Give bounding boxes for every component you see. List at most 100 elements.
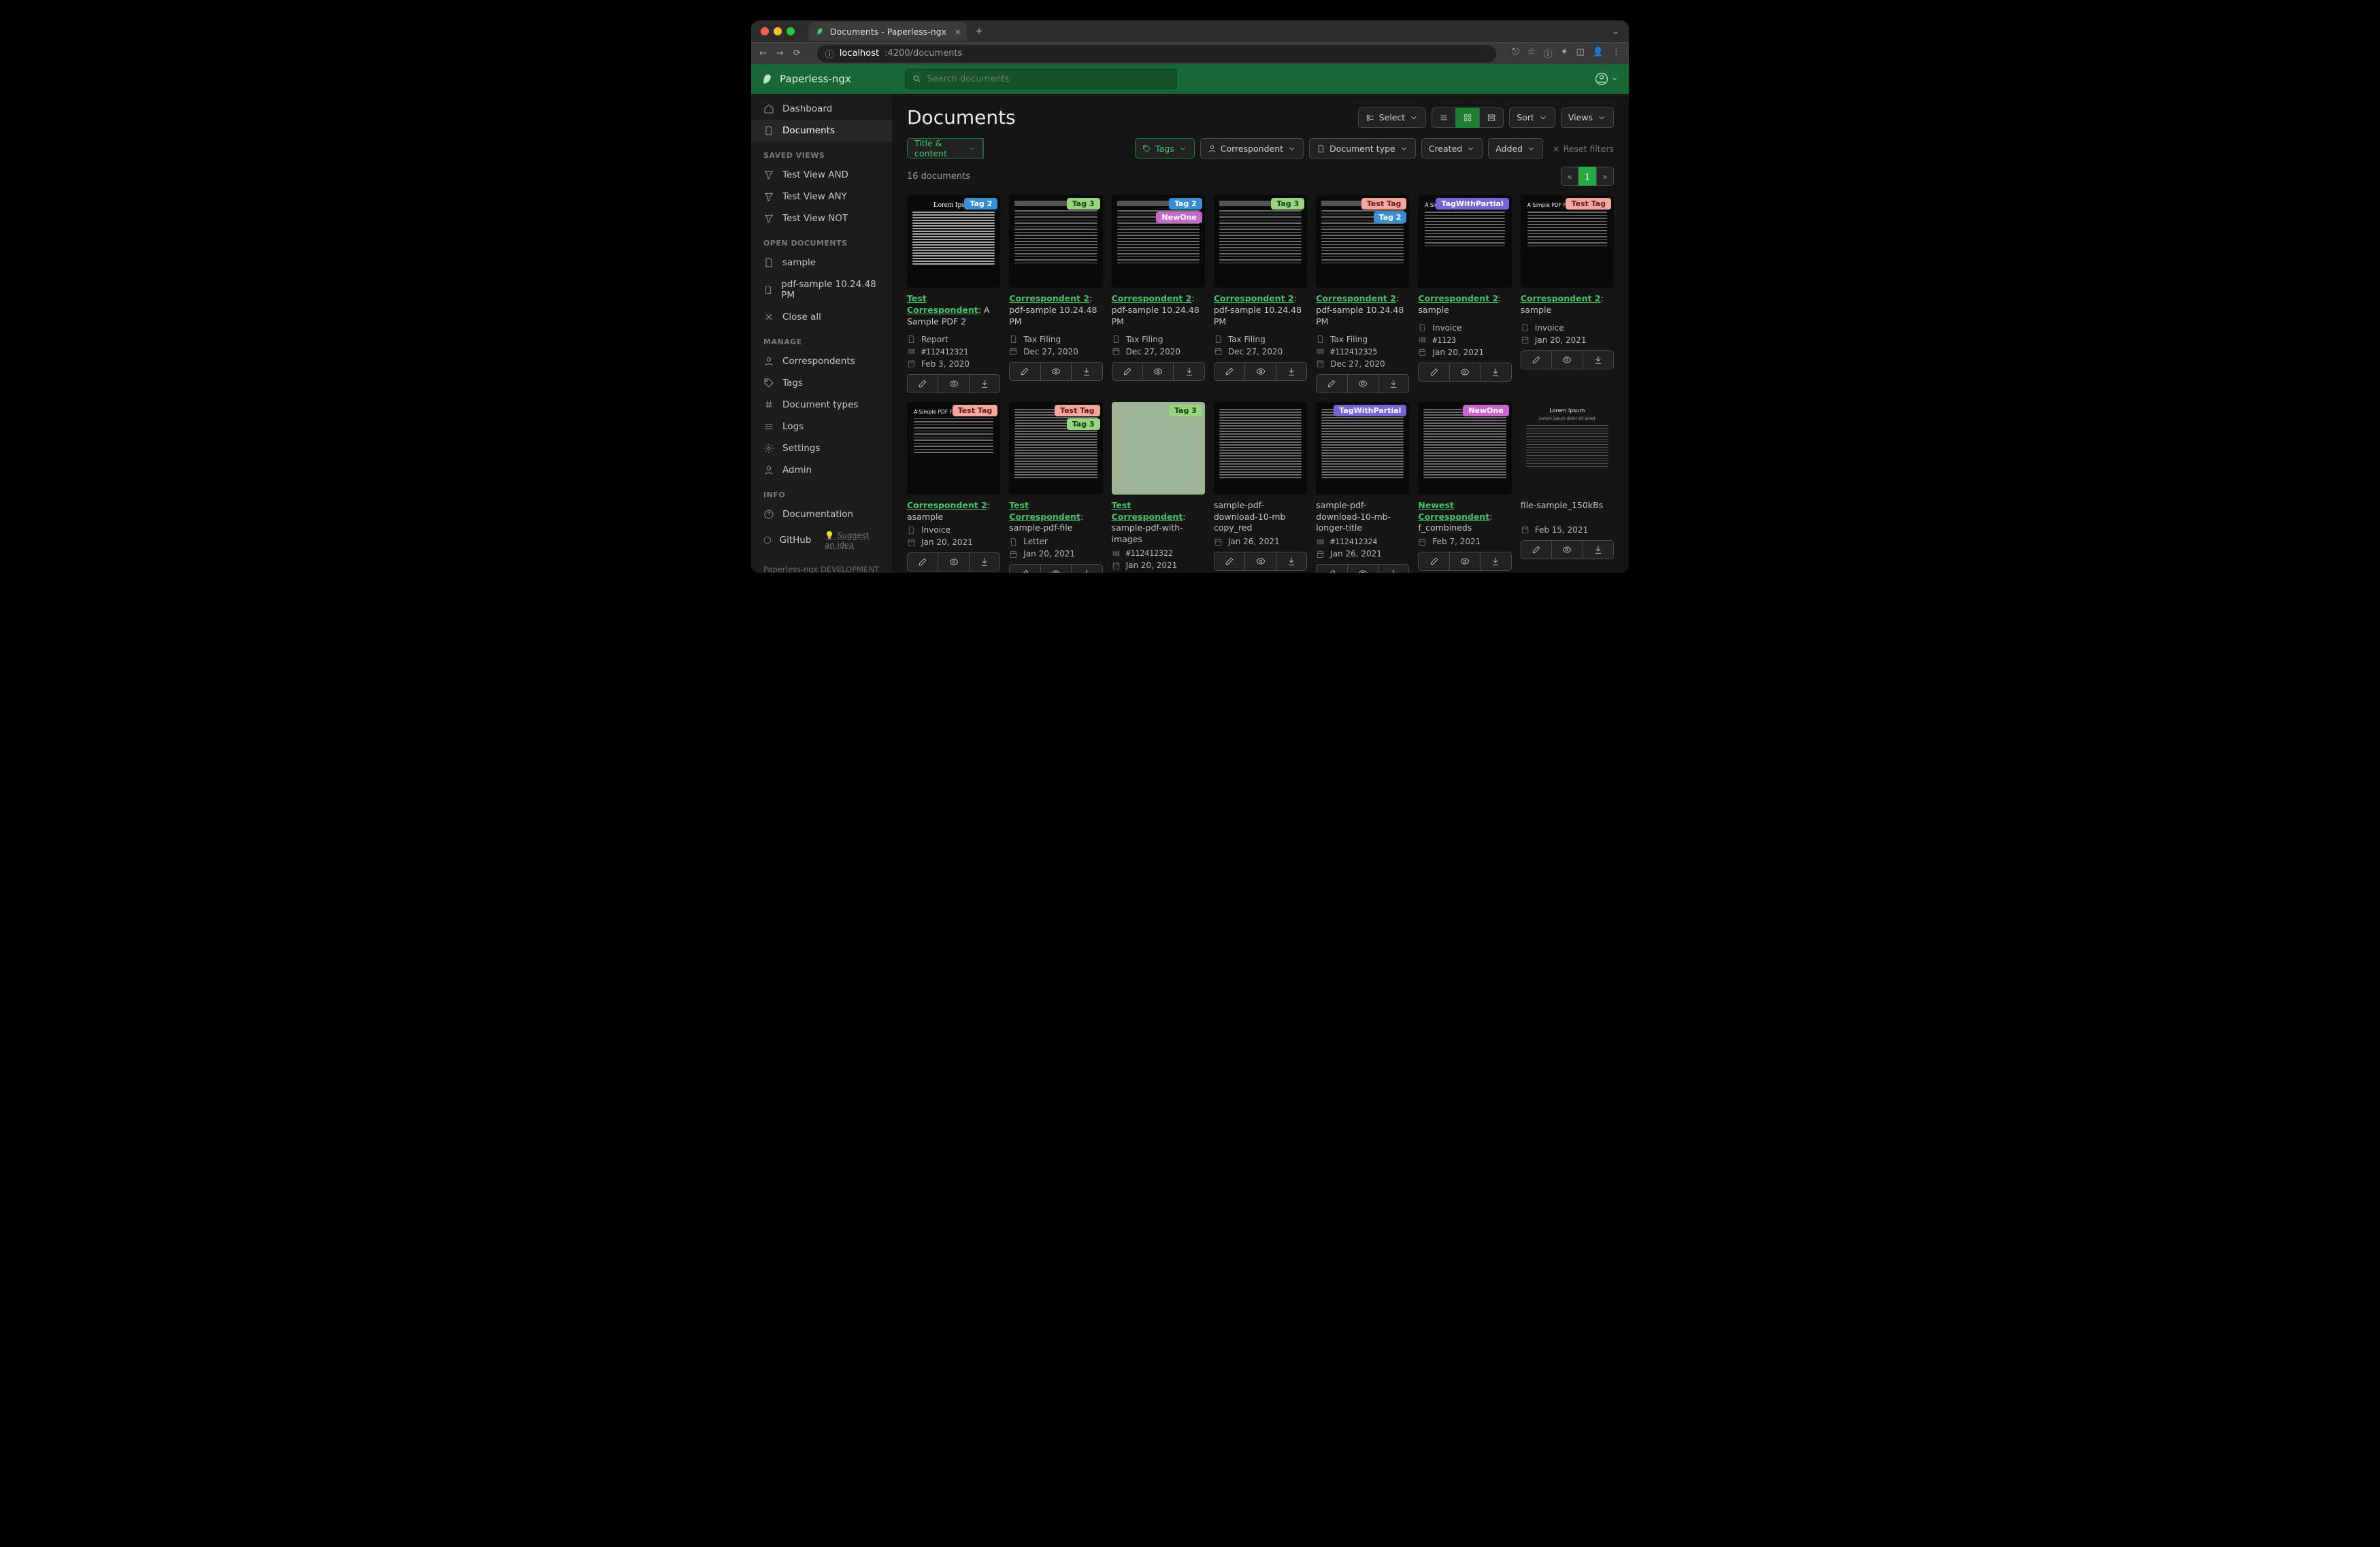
preview-button[interactable] xyxy=(1347,374,1378,393)
edit-button[interactable] xyxy=(1214,552,1245,571)
correspondent-link[interactable]: Correspondent 2 xyxy=(1214,293,1294,303)
preview-button[interactable] xyxy=(1449,552,1481,571)
preview-button[interactable] xyxy=(1449,363,1481,382)
correspondent-link[interactable]: Correspondent 2 xyxy=(1316,293,1396,303)
download-button[interactable] xyxy=(969,374,1000,393)
close-all-button[interactable]: Close all xyxy=(751,306,892,328)
edit-button[interactable] xyxy=(1214,362,1245,381)
doc-tag[interactable]: Test Tag xyxy=(1055,405,1100,416)
download-button[interactable] xyxy=(1480,552,1511,571)
card-title[interactable]: Correspondent 2: sample xyxy=(1418,293,1511,316)
correspondent-link[interactable]: Test Correspondent xyxy=(907,293,978,315)
download-button[interactable] xyxy=(1583,350,1614,369)
thumbnail[interactable]: Tag 3 xyxy=(1112,402,1205,495)
suggest-idea-link[interactable]: 💡 Suggest an idea xyxy=(825,531,880,550)
layout-compact-button[interactable] xyxy=(1479,107,1504,128)
brand[interactable]: Paperless-ngx xyxy=(762,73,905,85)
preview-button[interactable] xyxy=(1551,540,1583,559)
download-button[interactable] xyxy=(1583,540,1614,559)
sidebar-item-dashboard[interactable]: Dashboard xyxy=(751,98,892,120)
preview-button[interactable] xyxy=(1244,362,1276,381)
thumbnail[interactable]: A Simple PDF FileTagWithPartial xyxy=(1418,195,1511,288)
sidebar-item-settings[interactable]: Settings xyxy=(751,437,892,459)
preview-button[interactable] xyxy=(938,374,969,393)
doc-tag[interactable]: Tag 3 xyxy=(1169,405,1202,416)
filter-search-input[interactable] xyxy=(983,138,984,159)
sidebar-item-github[interactable]: GitHub💡 Suggest an idea xyxy=(751,525,892,555)
sidebar-item-admin[interactable]: Admin xyxy=(751,459,892,481)
thumbnail[interactable]: A Simple PDF FileTest Tag xyxy=(1521,195,1614,288)
edit-button[interactable] xyxy=(1112,362,1143,381)
reset-filters-button[interactable]: ×Reset filters xyxy=(1549,138,1614,159)
filter-doctype[interactable]: Document type xyxy=(1309,138,1416,159)
card-title[interactable]: sample-pdf-download-10-mb-longer-title xyxy=(1316,500,1409,535)
site-info-icon[interactable]: ⓘ xyxy=(825,47,834,60)
doc-tag[interactable]: Tag 3 xyxy=(1271,198,1304,210)
share-icon[interactable]: ⎋ xyxy=(1513,47,1519,60)
edit-button[interactable] xyxy=(1521,350,1552,369)
doc-tag[interactable]: TagWithPartial xyxy=(1334,405,1406,416)
download-button[interactable] xyxy=(1071,564,1102,573)
edit-button[interactable] xyxy=(1009,362,1040,381)
edit-button[interactable] xyxy=(1418,552,1449,571)
close-window-button[interactable] xyxy=(761,27,769,35)
edit-button[interactable] xyxy=(1316,374,1347,393)
thumbnail[interactable]: Lorem ipsumLorem ipsum dolor sit amet xyxy=(1521,402,1614,495)
doc-tag[interactable]: Tag 3 xyxy=(1067,418,1100,430)
back-button[interactable]: ← xyxy=(759,48,767,59)
download-button[interactable] xyxy=(1276,362,1307,381)
preview-button[interactable] xyxy=(938,552,969,571)
card-title[interactable]: Test Correspondent: sample-pdf-with-imag… xyxy=(1112,500,1205,546)
thumbnail[interactable]: Tag 3 xyxy=(1009,195,1102,288)
download-button[interactable] xyxy=(969,552,1000,571)
filter-added[interactable]: Added xyxy=(1488,138,1543,159)
card-title[interactable]: Correspondent 2: pdf-sample 10.24.48 PM xyxy=(1316,293,1409,328)
correspondent-link[interactable]: Correspondent 2 xyxy=(1521,293,1601,303)
filter-tags[interactable]: Tags xyxy=(1135,138,1195,159)
edit-button[interactable] xyxy=(1418,363,1449,382)
correspondent-link[interactable]: Correspondent 2 xyxy=(1418,293,1498,303)
doc-tag[interactable]: Tag 2 xyxy=(964,198,997,210)
layout-list-button[interactable] xyxy=(1432,107,1456,128)
preview-button[interactable] xyxy=(1040,564,1072,573)
card-title[interactable]: sample-pdf-download-10-mb copy_red xyxy=(1214,500,1307,535)
search-box[interactable] xyxy=(905,69,1177,89)
preview-button[interactable] xyxy=(1040,362,1072,381)
download-button[interactable] xyxy=(1378,374,1409,393)
close-tab-icon[interactable]: × xyxy=(955,27,961,37)
doc-tag[interactable]: Test Tag xyxy=(953,405,998,416)
download-button[interactable] xyxy=(1173,362,1204,381)
correspondent-link[interactable]: Correspondent 2 xyxy=(1009,293,1089,303)
filter-correspondent[interactable]: Correspondent xyxy=(1200,138,1304,159)
saved-view-item[interactable]: Test View NOT xyxy=(751,207,892,229)
correspondent-link[interactable]: Correspondent 2 xyxy=(907,500,987,510)
open-document-item[interactable]: sample xyxy=(751,252,892,273)
panel-icon[interactable]: ◫ xyxy=(1576,47,1585,60)
preview-button[interactable] xyxy=(1347,564,1378,573)
sidebar-item-documents[interactable]: Documents xyxy=(751,120,892,142)
card-title[interactable]: Correspondent 2: pdf-sample 10.24.48 PM xyxy=(1112,293,1205,328)
correspondent-link[interactable]: Newest Correspondent xyxy=(1418,500,1489,522)
saved-view-item[interactable]: Test View ANY xyxy=(751,186,892,207)
card-title[interactable]: Test Correspondent: A Sample PDF 2 xyxy=(907,293,1000,328)
edit-button[interactable] xyxy=(907,552,938,571)
minimize-window-button[interactable] xyxy=(774,27,782,35)
edit-button[interactable] xyxy=(907,374,938,393)
pager-next[interactable]: » xyxy=(1596,167,1614,186)
correspondent-link[interactable]: Correspondent 2 xyxy=(1112,293,1192,303)
thumbnail[interactable]: Tag 2NewOne xyxy=(1112,195,1205,288)
doc-tag[interactable]: Test Tag xyxy=(1361,198,1407,210)
views-button[interactable]: Views xyxy=(1561,107,1614,128)
thumbnail[interactable]: A Simple PDF FileTest Tag xyxy=(907,402,1000,495)
thumbnail[interactable]: Lorem IpsumTag 2 xyxy=(907,195,1000,288)
doc-tag[interactable]: NewOne xyxy=(1156,212,1202,223)
card-title[interactable]: Test Correspondent: sample-pdf-file xyxy=(1009,500,1102,535)
address-bar[interactable]: ⓘ localhost:4200/documents xyxy=(817,45,1496,63)
search-input[interactable] xyxy=(927,74,1170,84)
thumbnail[interactable]: NewOne xyxy=(1418,402,1511,495)
browser-tab[interactable]: Documents - Paperless-ngx × xyxy=(808,22,967,41)
profile-icon[interactable]: 👤 xyxy=(1593,47,1604,60)
sort-button[interactable]: Sort xyxy=(1509,107,1555,128)
thumbnail[interactable]: Tag 3 xyxy=(1214,195,1307,288)
download-button[interactable] xyxy=(1378,564,1409,573)
